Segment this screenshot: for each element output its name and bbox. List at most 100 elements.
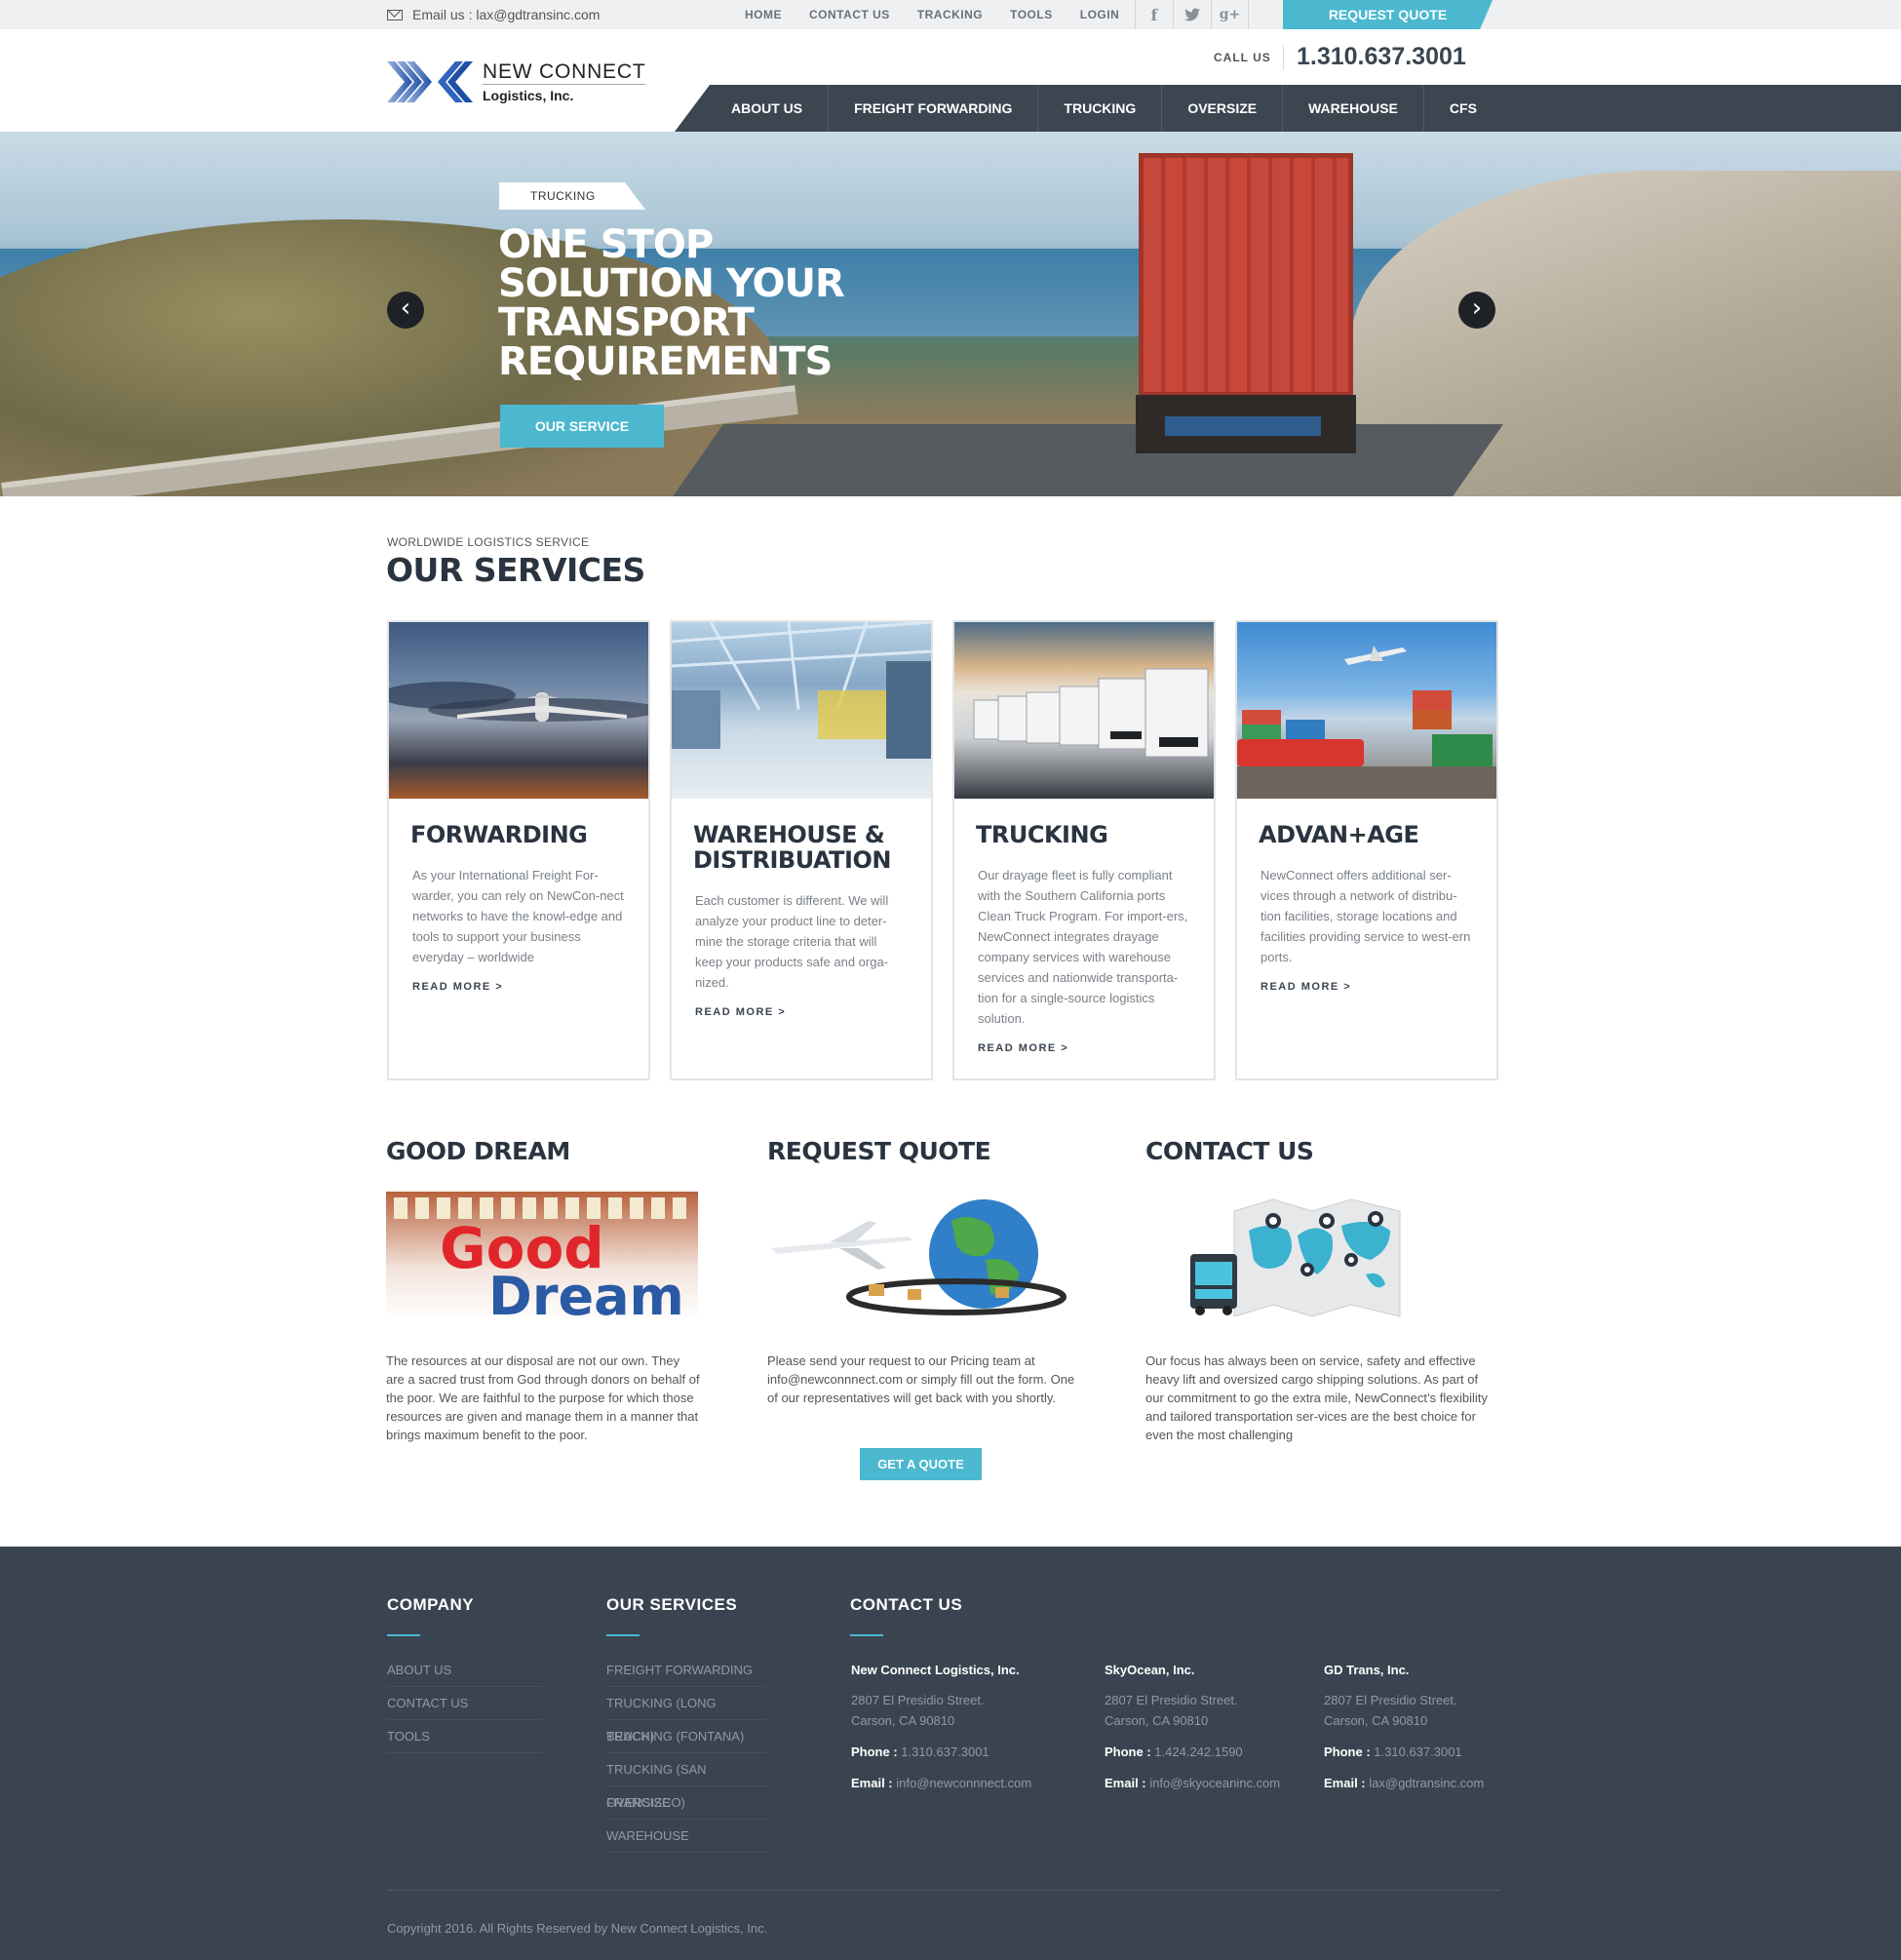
nav-cfs[interactable]: CFS bbox=[1424, 85, 1502, 132]
our-service-button[interactable]: OUR SERVICE bbox=[500, 405, 664, 448]
card-title: ADVAN+AGE bbox=[1259, 821, 1419, 848]
email-label: Email : bbox=[1105, 1776, 1146, 1790]
phone-divider bbox=[1283, 45, 1284, 70]
social-links: f g+ bbox=[1135, 0, 1249, 29]
read-more-link[interactable]: READ MORE > bbox=[1261, 981, 1496, 993]
office-name: New Connect Logistics, Inc. bbox=[851, 1663, 1020, 1677]
envelope-icon bbox=[387, 9, 403, 20]
phone-label: Phone : bbox=[1105, 1744, 1151, 1759]
services-title: OUR SERVICES bbox=[386, 551, 645, 589]
footer-company: COMPANY ABOUT US CONTACT US TOOLS bbox=[387, 1595, 543, 1753]
office-name: GD Trans, Inc. bbox=[1324, 1663, 1410, 1677]
email-label: Email : bbox=[1324, 1776, 1366, 1790]
office-email[interactable]: info@skyoceaninc.com bbox=[1149, 1776, 1280, 1790]
footer-services: OUR SERVICES FREIGHT FORWARDING TRUCKING… bbox=[606, 1595, 766, 1853]
truck-fleet-photo bbox=[954, 622, 1214, 799]
call-us-label: CALL US bbox=[1214, 51, 1271, 64]
office-email[interactable]: info@newconnnect.com bbox=[896, 1776, 1031, 1790]
phone-label: Phone : bbox=[1324, 1744, 1371, 1759]
nav-tracking[interactable]: TRACKING bbox=[917, 0, 983, 29]
office-new-connect: New Connect Logistics, Inc. 2807 El Pres… bbox=[851, 1660, 1085, 1793]
service-card-forwarding[interactable]: FORWARDING As your International Freight… bbox=[387, 620, 650, 1080]
site-footer: COMPANY ABOUT US CONTACT US TOOLS OUR SE… bbox=[0, 1547, 1901, 1960]
office-street: 2807 El Presidio Street. bbox=[1105, 1693, 1238, 1707]
nav-warehouse[interactable]: WAREHOUSE bbox=[1283, 85, 1424, 132]
nav-oversize[interactable]: OVERSIZE bbox=[1162, 85, 1284, 132]
footer-company-title: COMPANY bbox=[387, 1595, 475, 1614]
footer-link-tools[interactable]: TOOLS bbox=[387, 1720, 543, 1753]
heading-underline bbox=[606, 1634, 640, 1636]
facebook-icon[interactable]: f bbox=[1135, 0, 1173, 29]
nav-login[interactable]: LOGIN bbox=[1080, 0, 1120, 29]
good-dream-section: GOOD DREAM Good Dream The resources at o… bbox=[386, 1137, 708, 1442]
good-dream-text: The resources at our disposal are not ou… bbox=[386, 1353, 700, 1442]
warehouse-photo bbox=[672, 622, 931, 799]
logo-mark-icon bbox=[387, 61, 473, 102]
nav-contact-us[interactable]: CONTACT US bbox=[809, 0, 890, 29]
world-map-illustration bbox=[1181, 1192, 1415, 1324]
globe-plane-illustration bbox=[761, 1192, 1083, 1324]
good-dream-title: GOOD DREAM bbox=[386, 1137, 570, 1165]
top-bar: Email us : lax@gdtransinc.com HOME CONTA… bbox=[0, 0, 1901, 29]
footer-link-trucking-san-francisco[interactable]: TRUCKING (SAN FRANCISCO) bbox=[606, 1753, 766, 1810]
good-dream-logo[interactable]: Good Dream bbox=[386, 1192, 698, 1327]
footer-link-trucking-fontana[interactable]: TRUCKING (FONTANA) bbox=[606, 1720, 766, 1753]
office-phone[interactable]: 1.310.637.3001 bbox=[901, 1744, 989, 1759]
twitter-icon[interactable] bbox=[1173, 0, 1211, 29]
chevron-right-icon[interactable]: › bbox=[1458, 292, 1495, 329]
get-a-quote-button[interactable]: GET A QUOTE bbox=[860, 1448, 982, 1480]
office-phone[interactable]: 1.310.637.3001 bbox=[1374, 1744, 1461, 1759]
logo-name: NEW CONNECT bbox=[483, 59, 646, 83]
hero-headline: ONE STOP SOLUTION YOUR TRANSPORT REQUIRE… bbox=[498, 222, 845, 384]
footer-services-title: OUR SERVICES bbox=[606, 1595, 738, 1614]
hero-truck-chassis bbox=[1136, 395, 1356, 453]
hero-road bbox=[640, 424, 1504, 496]
email-contact[interactable]: Email us : lax@gdtransinc.com bbox=[387, 0, 600, 29]
heading-underline bbox=[387, 1634, 420, 1636]
nav-trucking[interactable]: TRUCKING bbox=[1038, 85, 1163, 132]
google-plus-icon[interactable]: g+ bbox=[1211, 0, 1249, 29]
service-card-warehouse[interactable]: WAREHOUSE & DISTRIBUATION Each customer … bbox=[670, 620, 933, 1080]
footer-link-trucking-long-beach[interactable]: TRUCKING (LONG BEACH) bbox=[606, 1687, 766, 1744]
phone-number[interactable]: 1.310.637.3001 bbox=[1297, 43, 1466, 71]
utility-nav: HOME CONTACT US TRACKING TOOLS LOGIN bbox=[745, 0, 1146, 29]
office-gd-trans: GD Trans, Inc. 2807 El Presidio Street. … bbox=[1324, 1660, 1558, 1793]
nav-about-us[interactable]: ABOUT US bbox=[706, 85, 830, 132]
email-text: Email us : lax@gdtransinc.com bbox=[412, 7, 601, 22]
service-card-trucking[interactable]: TRUCKING Our drayage fleet is fully comp… bbox=[952, 620, 1216, 1080]
card-text: As your International Freight For-warder… bbox=[412, 868, 624, 964]
heading-underline bbox=[850, 1634, 883, 1636]
logo-subtitle: Logistics, Inc. bbox=[483, 83, 646, 104]
cargo-port-photo bbox=[1237, 622, 1496, 799]
company-logo[interactable]: NEW CONNECT Logistics, Inc. bbox=[387, 55, 650, 109]
card-title: WAREHOUSE & DISTRIBUATION bbox=[693, 821, 891, 874]
footer-link-oversize[interactable]: OVERSIZE bbox=[606, 1786, 766, 1820]
request-quote-button[interactable]: REQUEST QUOTE bbox=[1283, 0, 1493, 29]
good-dream-word-dream: Dream bbox=[488, 1266, 684, 1320]
chevron-left-icon[interactable]: ‹ bbox=[387, 292, 424, 329]
office-phone[interactable]: 1.424.242.1590 bbox=[1154, 1744, 1242, 1759]
card-title: FORWARDING bbox=[410, 821, 588, 848]
read-more-link[interactable]: READ MORE > bbox=[978, 1042, 1214, 1054]
footer-link-contact-us[interactable]: CONTACT US bbox=[387, 1687, 543, 1720]
footer-link-about-us[interactable]: ABOUT US bbox=[387, 1654, 543, 1687]
service-card-advantage[interactable]: ADVAN+AGE NewConnect offers additional s… bbox=[1235, 620, 1498, 1080]
card-text: NewConnect offers additional ser-vices t… bbox=[1261, 868, 1471, 964]
card-text: Each customer is different. We will anal… bbox=[695, 893, 889, 990]
footer-link-freight-forwarding[interactable]: FREIGHT FORWARDING bbox=[606, 1654, 766, 1687]
copyright: Copyright 2016. All Rights Reserved by N… bbox=[387, 1921, 768, 1936]
office-email[interactable]: lax@gdtransinc.com bbox=[1369, 1776, 1484, 1790]
read-more-link[interactable]: READ MORE > bbox=[412, 981, 648, 993]
hero-tag: TRUCKING bbox=[499, 182, 645, 210]
email-label: Email : bbox=[851, 1776, 893, 1790]
nav-home[interactable]: HOME bbox=[745, 0, 782, 29]
nav-tools[interactable]: TOOLS bbox=[1010, 0, 1053, 29]
main-nav: ABOUT US FREIGHT FORWARDING TRUCKING OVE… bbox=[675, 85, 1901, 132]
phone-label: Phone : bbox=[851, 1744, 898, 1759]
nav-freight-forwarding[interactable]: FREIGHT FORWARDING bbox=[829, 85, 1039, 132]
services-kicker: WORLDWIDE LOGISTICS SERVICE bbox=[387, 535, 590, 549]
request-quote-text: Please send your request to our Pricing … bbox=[767, 1353, 1075, 1405]
read-more-link[interactable]: READ MORE > bbox=[695, 1006, 931, 1018]
request-quote-section: REQUEST QUOTE Please send your request t… bbox=[767, 1137, 1089, 1405]
footer-link-warehouse[interactable]: WAREHOUSE bbox=[606, 1820, 766, 1853]
